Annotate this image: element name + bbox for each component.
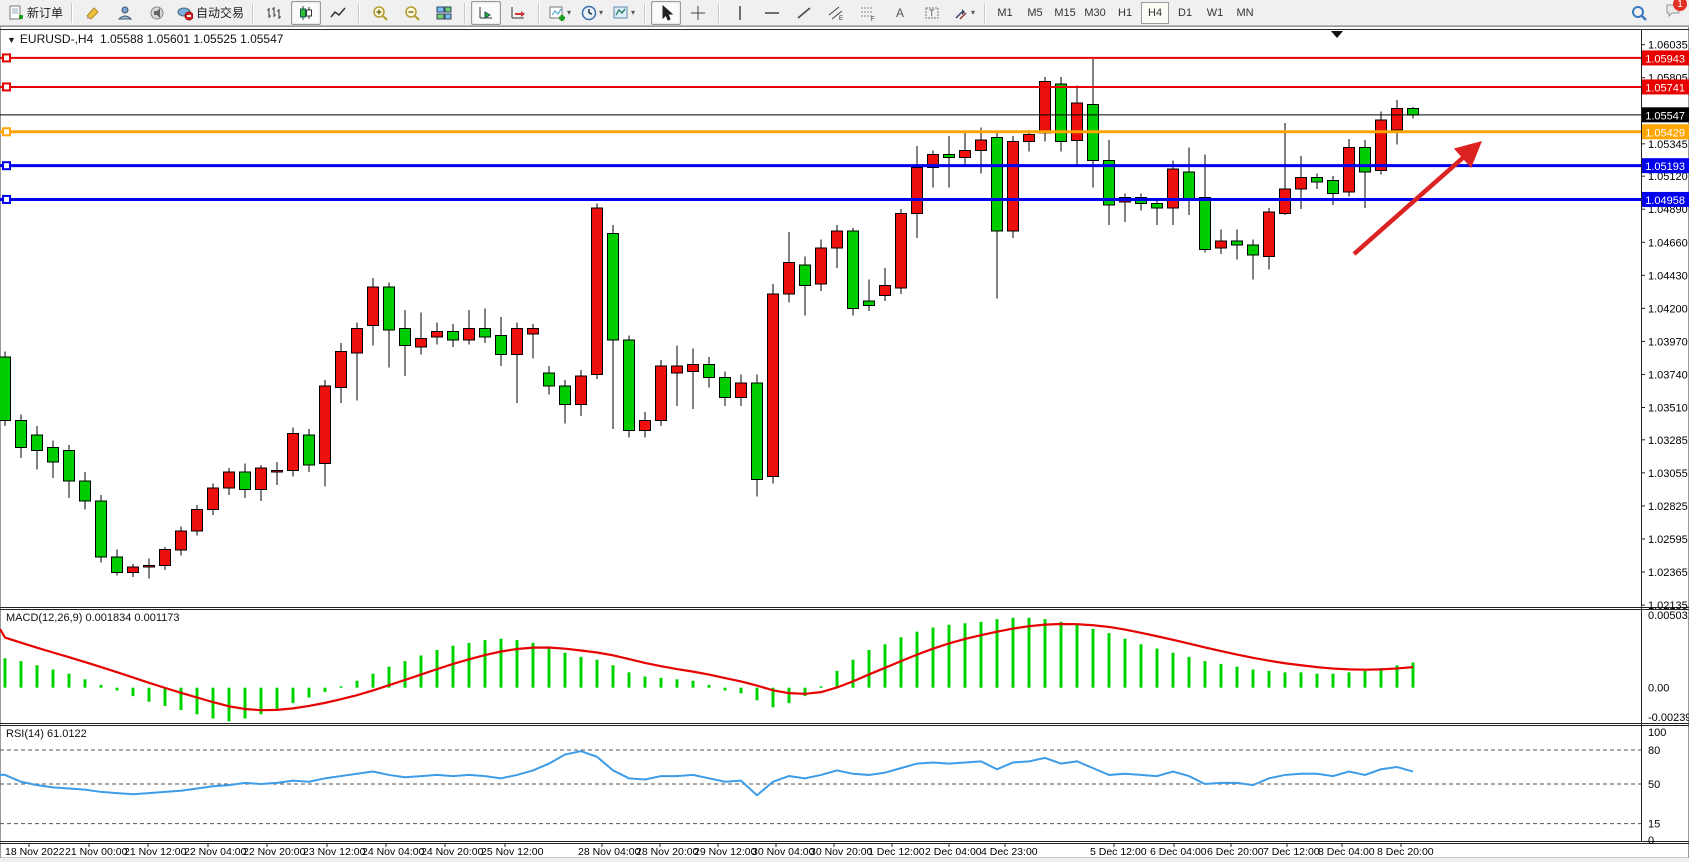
svg-text:1.05193: 1.05193	[1645, 161, 1685, 173]
svg-text:5 Dec 12:00: 5 Dec 12:00	[1090, 846, 1147, 858]
svg-text:0: 0	[1648, 835, 1654, 847]
svg-text:8 Dec 20:00: 8 Dec 20:00	[1377, 846, 1434, 858]
svg-text:15: 15	[1648, 819, 1660, 831]
bottom-strip	[0, 858, 1689, 862]
chart-collapse-icon[interactable]: ▼	[7, 35, 16, 45]
chart-ohlc-values: 1.05588 1.05601 1.05525 1.05547	[100, 32, 284, 46]
svg-text:80: 80	[1648, 745, 1660, 757]
svg-text:29 Nov 12:00: 29 Nov 12:00	[694, 846, 757, 858]
svg-text:2 Dec 04:00: 2 Dec 04:00	[925, 846, 982, 858]
svg-text:1.04430: 1.04430	[1648, 270, 1688, 282]
svg-text:1.03510: 1.03510	[1648, 402, 1688, 414]
svg-text:4 Dec 23:00: 4 Dec 23:00	[981, 846, 1038, 858]
svg-text:24 Nov 04:00: 24 Nov 04:00	[362, 846, 425, 858]
svg-text:1.05429: 1.05429	[1645, 127, 1685, 139]
svg-text:24 Nov 20:00: 24 Nov 20:00	[421, 846, 484, 858]
svg-text:30 Nov 20:00: 30 Nov 20:00	[810, 846, 873, 858]
svg-text:23 Nov 12:00: 23 Nov 12:00	[303, 846, 366, 858]
line-handle[interactable]	[3, 83, 10, 90]
line-handle[interactable]	[3, 196, 10, 203]
svg-text:50: 50	[1648, 779, 1660, 791]
svg-text:1.04660: 1.04660	[1648, 237, 1688, 249]
svg-text:1.05547: 1.05547	[1645, 110, 1685, 122]
chart-symbol-period: EURUSD-,H4	[20, 32, 93, 46]
svg-text:0.00: 0.00	[1648, 683, 1669, 695]
svg-text:22 Nov 04:00: 22 Nov 04:00	[184, 846, 247, 858]
line-handle[interactable]	[3, 54, 10, 61]
macd-indicator-label: MACD(12,26,9) 0.001834 0.001173	[6, 612, 179, 624]
svg-text:8 Dec 04:00: 8 Dec 04:00	[1318, 846, 1375, 858]
rsi-indicator-label: RSI(14) 61.0122	[6, 728, 87, 740]
svg-text:1 Dec 12:00: 1 Dec 12:00	[868, 846, 925, 858]
time-axis: 18 Nov 202221 Nov 00:0021 Nov 12:0022 No…	[5, 843, 1434, 858]
line-handle[interactable]	[3, 128, 10, 135]
svg-text:1.02365: 1.02365	[1648, 567, 1688, 579]
svg-text:6 Dec 04:00: 6 Dec 04:00	[1150, 846, 1207, 858]
svg-text:1.03285: 1.03285	[1648, 435, 1688, 447]
svg-text:1.04958: 1.04958	[1645, 195, 1685, 207]
svg-text:30 Nov 04:00: 30 Nov 04:00	[752, 846, 815, 858]
mt4-window: 新订单自动交易▾▾▾EFAT▾M1M5M15M30H1H4D1W1MN1 1.0…	[0, 0, 1689, 862]
svg-text:-0.002397: -0.002397	[1648, 712, 1689, 724]
svg-text:1.02825: 1.02825	[1648, 501, 1688, 513]
svg-text:1.04200: 1.04200	[1648, 303, 1688, 315]
svg-text:1.05345: 1.05345	[1648, 139, 1688, 151]
svg-text:22 Nov 20:00: 22 Nov 20:00	[243, 846, 306, 858]
svg-text:28 Nov 04:00: 28 Nov 04:00	[578, 846, 641, 858]
svg-text:7 Dec 12:00: 7 Dec 12:00	[1263, 846, 1320, 858]
svg-text:0.005031: 0.005031	[1648, 610, 1689, 622]
svg-text:18 Nov 2022: 18 Nov 2022	[5, 846, 65, 858]
line-handle[interactable]	[3, 162, 10, 169]
svg-text:6 Dec 20:00: 6 Dec 20:00	[1207, 846, 1264, 858]
chart-title: ▼ EURUSD-,H4 1.05588 1.05601 1.05525 1.05…	[7, 32, 283, 46]
svg-text:100: 100	[1648, 727, 1666, 739]
svg-text:21 Nov 00:00: 21 Nov 00:00	[65, 846, 128, 858]
svg-text:1.03740: 1.03740	[1648, 369, 1688, 381]
svg-text:1.03055: 1.03055	[1648, 468, 1688, 480]
chart-canvas[interactable]: 1.060351.058051.055751.053451.051201.048…	[0, 0, 1689, 862]
svg-text:1.05943: 1.05943	[1645, 53, 1685, 65]
svg-text:21 Nov 12:00: 21 Nov 12:00	[124, 846, 187, 858]
svg-text:1.03970: 1.03970	[1648, 336, 1688, 348]
svg-text:28 Nov 20:00: 28 Nov 20:00	[636, 846, 699, 858]
svg-text:1.05741: 1.05741	[1645, 82, 1685, 94]
svg-text:1.06035: 1.06035	[1648, 40, 1688, 52]
svg-text:25 Nov 12:00: 25 Nov 12:00	[481, 846, 544, 858]
svg-text:1.02595: 1.02595	[1648, 534, 1688, 546]
